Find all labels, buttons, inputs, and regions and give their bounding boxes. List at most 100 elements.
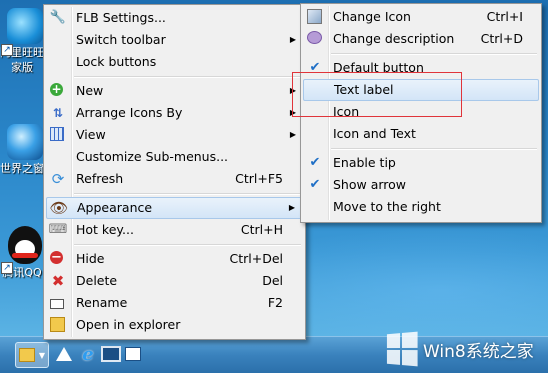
submenu-arrow-icon: ▶ bbox=[289, 35, 296, 44]
submenu-arrow-icon: ▶ bbox=[289, 108, 296, 117]
menu-item-shortcut: Ctrl+F5 bbox=[235, 171, 283, 186]
menu-item-label: Rename bbox=[76, 295, 128, 310]
minus-circle-icon: − bbox=[50, 249, 63, 265]
watermark-text: Win8系统之家 bbox=[423, 341, 534, 362]
menu-item-shortcut: Ctrl+I bbox=[486, 9, 523, 24]
menu-item-view[interactable]: View ▶ bbox=[46, 124, 303, 146]
menu-item-move-to-the-right[interactable]: Move to the right bbox=[303, 196, 539, 218]
check-icon: ✔ bbox=[309, 60, 321, 75]
eye-icon: 👁 bbox=[49, 199, 69, 217]
menu-item-change-description[interactable]: Change description Ctrl+D bbox=[303, 28, 539, 50]
globe-browser-icon bbox=[7, 124, 43, 160]
menu-item-rename[interactable]: Rename F2 bbox=[46, 292, 303, 314]
menu-item-label: Change description bbox=[333, 31, 455, 46]
windows-logo-icon bbox=[386, 331, 418, 367]
dropdown-arrow-icon: ▼ bbox=[38, 350, 46, 360]
menu-item-flb-settings[interactable]: 🔧 FLB Settings... bbox=[46, 7, 303, 29]
change-icon-icon bbox=[307, 9, 322, 24]
menu-item-new[interactable]: + New ▶ bbox=[46, 80, 303, 102]
menu-item-label: Arrange Icons By bbox=[76, 105, 183, 120]
aliwangwang-icon bbox=[7, 8, 43, 44]
menu-item-switch-toolbar[interactable]: Switch toolbar ▶ bbox=[46, 29, 303, 51]
context-menu-appearance: Change Icon Ctrl+I Change description Ct… bbox=[300, 3, 542, 223]
folder-icon bbox=[18, 348, 35, 362]
wrench-icon: 🔧 bbox=[49, 10, 67, 25]
menu-item-label: Appearance bbox=[77, 200, 153, 215]
menu-item-label: Refresh bbox=[76, 171, 124, 186]
show-desktop-button[interactable] bbox=[99, 342, 123, 366]
window-icon bbox=[125, 347, 141, 361]
menu-item-label: Open in explorer bbox=[76, 317, 181, 332]
menu-item-label: Lock buttons bbox=[76, 54, 157, 69]
menu-item-change-icon[interactable]: Change Icon Ctrl+I bbox=[303, 6, 539, 28]
menu-item-lock-buttons[interactable]: Lock buttons bbox=[46, 51, 303, 73]
menu-item-label: Switch toolbar bbox=[76, 32, 166, 47]
menu-item-label: Delete bbox=[76, 273, 118, 288]
menu-item-label: Text label bbox=[334, 82, 394, 97]
menu-item-shortcut: Del bbox=[262, 273, 283, 288]
menu-item-label: Customize Sub-menus... bbox=[76, 149, 229, 164]
menu-separator bbox=[331, 148, 537, 150]
menu-item-label: Hide bbox=[76, 251, 105, 266]
menu-item-label: Move to the right bbox=[333, 199, 441, 214]
flb-folder-button[interactable]: ▼ bbox=[15, 342, 49, 368]
menu-separator bbox=[74, 76, 301, 78]
menu-item-label: Hot key... bbox=[76, 222, 134, 237]
shortcut-arrow-icon: ↗ bbox=[1, 262, 13, 274]
menu-separator bbox=[331, 53, 537, 55]
menu-item-label: Default button bbox=[333, 60, 424, 75]
menu-item-hide[interactable]: − Hide Ctrl+Del bbox=[46, 248, 303, 270]
menu-item-default-button[interactable]: ✔ Default button bbox=[303, 57, 539, 79]
menu-item-delete[interactable]: ✖ Delete Del bbox=[46, 270, 303, 292]
window-switch-button[interactable] bbox=[121, 342, 145, 366]
monitor-icon bbox=[101, 346, 121, 362]
check-icon: ✔ bbox=[309, 155, 321, 170]
menu-item-shortcut: Ctrl+Del bbox=[229, 251, 283, 266]
menu-item-open-in-explorer[interactable]: Open in explorer bbox=[46, 314, 303, 336]
menu-item-label: FLB Settings... bbox=[76, 10, 166, 25]
arrange-icon: ⇅ bbox=[52, 106, 64, 120]
ie-icon: e bbox=[82, 343, 94, 365]
menu-separator bbox=[74, 193, 301, 195]
description-bubble-icon bbox=[307, 31, 322, 44]
explorer-folder-icon bbox=[50, 317, 65, 332]
menu-item-shortcut: Ctrl+H bbox=[240, 222, 283, 237]
key-icon: ⌨ bbox=[48, 222, 68, 237]
menu-item-refresh[interactable]: ⟳ Refresh Ctrl+F5 bbox=[46, 168, 303, 190]
menu-item-icon-and-text[interactable]: Icon and Text bbox=[303, 123, 539, 145]
menu-item-label: Icon bbox=[333, 104, 360, 119]
menu-item-label: Icon and Text bbox=[333, 126, 416, 141]
menu-item-shortcut: F2 bbox=[267, 295, 283, 310]
refresh-icon: ⟳ bbox=[51, 170, 65, 188]
menu-item-enable-tip[interactable]: ✔ Enable tip bbox=[303, 152, 539, 174]
context-menu-main: 🔧 FLB Settings... Switch toolbar ▶ Lock … bbox=[43, 4, 306, 340]
submenu-arrow-icon: ▶ bbox=[289, 86, 296, 95]
menu-item-text-label[interactable]: Text label bbox=[303, 79, 539, 101]
plus-icon: + bbox=[50, 82, 63, 96]
menu-item-shortcut: Ctrl+D bbox=[480, 31, 523, 46]
internet-explorer-button[interactable]: e bbox=[76, 342, 100, 366]
view-icon bbox=[50, 127, 64, 141]
menu-item-label: Enable tip bbox=[333, 155, 396, 170]
menu-item-label: New bbox=[76, 83, 104, 98]
menu-item-appearance[interactable]: 👁 Appearance ▶ bbox=[46, 197, 303, 219]
menu-item-hot-key[interactable]: ⌨ Hot key... Ctrl+H bbox=[46, 219, 303, 241]
rename-icon bbox=[50, 299, 64, 309]
menu-item-show-arrow[interactable]: ✔ Show arrow bbox=[303, 174, 539, 196]
submenu-arrow-icon: ▶ bbox=[289, 130, 296, 139]
check-icon: ✔ bbox=[309, 177, 321, 192]
menu-item-label: Change Icon bbox=[333, 9, 411, 24]
menu-separator bbox=[74, 244, 301, 246]
menu-item-arrange-icons-by[interactable]: ⇅ Arrange Icons By ▶ bbox=[46, 102, 303, 124]
menu-item-label: Show arrow bbox=[333, 177, 407, 192]
submenu-arrow-icon: ▶ bbox=[288, 203, 295, 212]
menu-item-customize-sub-menus[interactable]: Customize Sub-menus... bbox=[46, 146, 303, 168]
triangle-app-icon bbox=[56, 347, 72, 361]
taskbar-app-a-button[interactable] bbox=[52, 342, 76, 366]
qq-penguin-icon bbox=[8, 226, 42, 264]
shortcut-arrow-icon: ↗ bbox=[1, 44, 13, 56]
delete-x-icon: ✖ bbox=[51, 272, 65, 290]
win8-watermark: Win8系统之家 bbox=[385, 331, 534, 367]
menu-item-label: View bbox=[76, 127, 106, 142]
menu-item-icon[interactable]: Icon bbox=[303, 101, 539, 123]
